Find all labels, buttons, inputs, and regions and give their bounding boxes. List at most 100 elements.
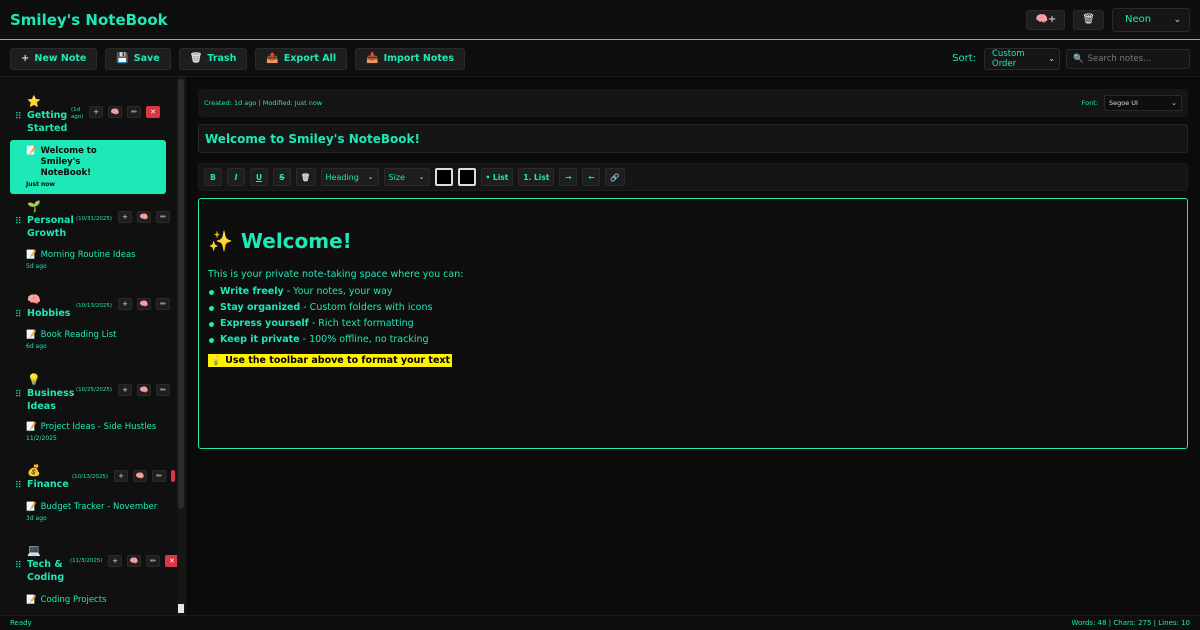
chevron-down-icon: ⌄ [418, 173, 425, 181]
folder-tech-coding[interactable]: ⠿ 💻 Tech & Coding (11/3/2025) + 🧠 ✏ ✕ [0, 544, 179, 584]
drag-handle-icon[interactable]: ⠿ [15, 481, 22, 491]
add-note-icon[interactable]: + [118, 384, 132, 396]
note-time: 6d ago [26, 343, 47, 350]
note-icon: 📝 [26, 502, 37, 512]
chevron-down-icon: ⌄ [1048, 54, 1055, 63]
underline-button[interactable]: U [250, 168, 268, 186]
pencil-icon[interactable]: ✏ [156, 384, 170, 396]
content-heading: ✨ Welcome! [208, 229, 352, 253]
pencil-icon[interactable]: ✏ [152, 470, 166, 482]
save-button[interactable]: 💾 Save [105, 47, 171, 70]
main-toolbar: + New Note 💾 Save 🗑 Trash 📤 Export All 📥 Impo… [0, 41, 1200, 77]
note-item-active[interactable]: 📝 Welcome to Smiley's NoteBook! Just now [10, 140, 166, 194]
add-folder-button[interactable]: 🧠+ [1026, 9, 1066, 30]
folder-hobbies[interactable]: ⠿ 🧠 Hobbies (10/13/2025) + 🧠 ✏ [0, 293, 178, 333]
add-note-icon[interactable]: + [118, 298, 132, 310]
note-title-input[interactable]: Welcome to Smiley's NoteBook! [198, 124, 1188, 153]
link-icon[interactable]: 🔗 [605, 168, 625, 186]
add-note-icon[interactable]: + [114, 470, 128, 482]
numbered-list-button[interactable]: 1. List [518, 168, 555, 186]
note-meta: Created: 1d ago | Modified: Just now [204, 99, 323, 107]
scrollbar-thumb[interactable] [178, 79, 184, 509]
bullet-list-button[interactable]: • List [480, 168, 514, 186]
note-icon: 📝 [26, 330, 37, 340]
drag-handle-icon[interactable]: ⠿ [15, 217, 22, 227]
note-icon: 📝 [26, 595, 37, 605]
drag-handle-icon[interactable]: ⠿ [15, 310, 22, 320]
brain-icon[interactable]: 🧠 [127, 555, 141, 567]
trash-icon: 🗑 [189, 53, 203, 64]
bold-button[interactable]: B [204, 168, 222, 186]
search-input[interactable]: 🔍 Search notes... [1066, 48, 1190, 69]
note-content-editor[interactable]: ✨ Welcome! This is your private note-tak… [198, 198, 1188, 449]
note-time: 5d ago [26, 263, 47, 270]
folder-name: Business Ideas [27, 388, 75, 412]
lightbulb-icon: 💡 [27, 373, 41, 386]
search-placeholder: Search notes... [1087, 53, 1152, 64]
sort-select[interactable]: Custom Order ⌄ [984, 47, 1060, 70]
outdent-button[interactable]: ← [582, 168, 601, 186]
brain-icon[interactable]: 🧠 [137, 211, 151, 223]
trash-button[interactable]: 🗑 Trash [178, 47, 248, 70]
content-tip: 💡 Use the toolbar above to format your t… [208, 354, 453, 367]
add-note-icon[interactable]: + [108, 555, 122, 567]
folder-personal-growth[interactable]: ⠿ 🌱 Personal Growth (10/31/2025) + 🧠 ✏ [0, 200, 178, 240]
drag-handle-icon[interactable]: ⠿ [15, 112, 22, 122]
note-item[interactable]: 📝 Budget Tracker - November 3d ago [10, 502, 166, 522]
folder-getting-started[interactable]: ⠿ ⭐ Getting Started (1d ago) + 🧠 ✏ ✕ [0, 95, 178, 135]
app-header: Smiley's NoteBook 🧠+ 🗑 Neon ⌄ [0, 0, 1200, 40]
sparkles-icon: ✨ [208, 229, 233, 253]
brain-icon[interactable]: 🧠 [137, 384, 151, 396]
pencil-icon[interactable]: ✏ [146, 555, 160, 567]
highlight-color-picker[interactable] [457, 168, 476, 186]
note-item[interactable]: 📝 Project Ideas - Side Hustles 11/2/2025 [10, 422, 166, 442]
italic-button[interactable]: I [227, 168, 245, 186]
import-notes-button[interactable]: 📥 Import Notes [355, 47, 466, 70]
pencil-icon[interactable]: ✏ [156, 211, 170, 223]
font-select[interactable]: Segoe UI ⌄ [1104, 95, 1182, 111]
clear-format-icon[interactable]: 🗑 [296, 168, 316, 186]
brain-icon[interactable]: 🧠 [108, 106, 122, 118]
list-item: Express yourself - Rich text formatting [208, 316, 1178, 332]
pencil-icon[interactable]: ✏ [156, 298, 170, 310]
folder-date: (10/13/2025) [72, 474, 108, 480]
delete-folder-icon[interactable]: ✕ [146, 106, 160, 118]
text-color-picker[interactable] [434, 168, 453, 186]
add-note-icon[interactable]: + [89, 106, 103, 118]
theme-select[interactable]: Neon ⌄ [1112, 7, 1190, 32]
list-item: Stay organized - Custom folders with ico… [208, 300, 1178, 316]
new-note-button[interactable]: + New Note [10, 47, 98, 70]
folder-name: Getting Started [27, 110, 68, 134]
chevron-down-icon: ⌄ [367, 173, 374, 181]
pencil-icon[interactable]: ✏ [127, 106, 141, 118]
strikethrough-button[interactable]: S [273, 168, 291, 186]
add-note-icon[interactable]: + [118, 211, 132, 223]
indent-button[interactable]: → [559, 168, 578, 186]
folder-name: Hobbies [27, 308, 71, 319]
note-item[interactable]: 📝 Coding Projects [10, 595, 166, 606]
trash-icon[interactable]: 🗑 [1073, 9, 1104, 30]
sort-value: Custom Order [992, 48, 1025, 69]
chevron-down-icon: ⌄ [1173, 14, 1181, 25]
delete-folder-icon[interactable] [171, 470, 175, 482]
note-item[interactable]: 📝 Book Reading List 6d ago [10, 330, 166, 350]
font-value: Segoe UI [1109, 99, 1138, 107]
brain-icon[interactable]: 🧠 [137, 298, 151, 310]
drag-handle-icon[interactable]: ⠿ [15, 561, 22, 571]
folder-finance[interactable]: ⠿ 💰 Finance (10/13/2025) + 🧠 ✏ [0, 464, 178, 504]
sidebar-scrollbar[interactable] [177, 77, 185, 615]
export-all-button[interactable]: 📤 Export All [255, 47, 348, 70]
drag-handle-icon[interactable]: ⠿ [15, 390, 22, 400]
brain-icon[interactable]: 🧠 [133, 470, 147, 482]
note-icon: 📝 [26, 250, 37, 260]
note-icon: 📝 [26, 422, 37, 432]
status-bar: Ready Words: 48 | Chars: 275 | Lines: 10 [0, 615, 1200, 630]
export-icon: 📤 [266, 53, 279, 64]
sort-label: Sort: [952, 53, 976, 64]
size-select[interactable]: Size ⌄ [383, 168, 430, 186]
note-item[interactable]: 📝 Morning Routine Ideas 5d ago [10, 250, 166, 270]
list-item: Keep it private - 100% offline, no track… [208, 332, 1178, 348]
folder-name: Personal Growth [27, 215, 74, 239]
folder-business-ideas[interactable]: ⠿ 💡 Business Ideas (10/25/2025) + 🧠 ✏ [0, 373, 178, 413]
heading-select[interactable]: Heading ⌄ [320, 168, 379, 186]
